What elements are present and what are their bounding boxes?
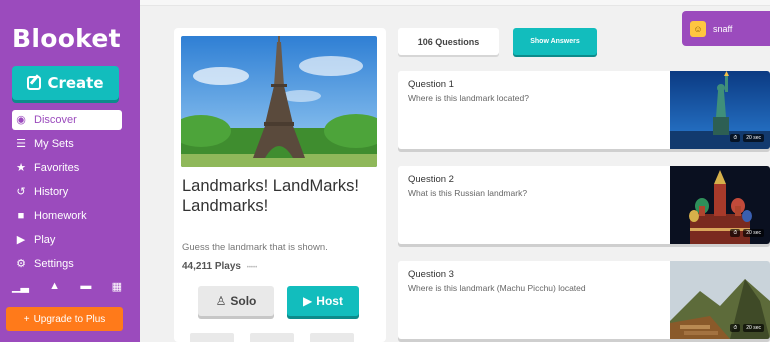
question-card-1[interactable]: Question 1 Where is this landmark locate…	[398, 71, 770, 149]
sidebar-item-label: My Sets	[34, 138, 74, 150]
question-text: Where is this landmark (Machu Picchu) lo…	[408, 283, 586, 293]
eiffel-tower-image	[181, 36, 377, 167]
solo-label: Solo	[230, 294, 257, 308]
sidebar-item-favorites[interactable]: ★ Favorites	[12, 156, 122, 180]
timer-icon: ⏱	[730, 324, 741, 332]
timer-icon: ⏱	[730, 229, 741, 237]
play-icon: ▶	[16, 233, 26, 246]
question-number: Question 1	[408, 79, 454, 90]
time-limit: 20 sec	[743, 324, 764, 332]
sidebar: Blooket Create ◉ Discover ☰ My Sets ★ Fa…	[0, 0, 140, 342]
sidebar-nav: ◉ Discover ☰ My Sets ★ Favorites ↺ Histo…	[12, 110, 122, 276]
avatar: ☺	[690, 20, 706, 37]
question-count: 106 Questions	[398, 28, 499, 55]
create-button[interactable]: Create	[12, 66, 119, 100]
sidebar-quick-links: ▁▃ ▲ ▬ ▦	[12, 278, 122, 294]
sidebar-item-label: Settings	[34, 258, 74, 270]
blooket-logo[interactable]: Blooket	[12, 24, 121, 53]
timer-icon: ⏱	[730, 134, 741, 142]
star-icon: ★	[16, 161, 26, 174]
sidebar-item-label: Discover	[34, 114, 77, 126]
play-icon: ▶	[303, 294, 313, 308]
solo-button[interactable]: ♙ Solo	[198, 286, 274, 316]
user-badge[interactable]: ☺ snaff	[682, 11, 770, 46]
set-plays: 44,211 Plays •••••	[182, 261, 257, 272]
sidebar-item-my-sets[interactable]: ☰ My Sets	[12, 132, 122, 156]
question-card-3[interactable]: Question 3 Where is this landmark (Machu…	[398, 261, 770, 339]
username: snaff	[713, 23, 733, 34]
question-card-2[interactable]: Question 2 What is this Russian landmark…	[398, 166, 770, 244]
favorite-button[interactable]	[190, 333, 234, 342]
plus-icon: +	[23, 313, 30, 325]
question-number: Question 3	[408, 269, 454, 280]
host-label: Host	[316, 294, 343, 308]
question-text: Where is this landmark located?	[408, 93, 529, 103]
sidebar-item-label: History	[34, 186, 69, 198]
sidebar-item-settings[interactable]: ⚙ Settings	[12, 252, 122, 276]
show-answers-button[interactable]: Show Answers	[513, 28, 597, 55]
history-icon: ↺	[16, 185, 26, 198]
sidebar-item-label: Favorites	[34, 162, 80, 174]
time-limit: 20 sec	[743, 134, 764, 142]
compass-icon: ◉	[16, 113, 26, 126]
upgrade-button[interactable]: + Upgrade to Plus	[6, 307, 123, 331]
create-label: Create	[47, 74, 104, 92]
grid-icon[interactable]: ▦	[112, 280, 122, 293]
sidebar-item-label: Homework	[34, 210, 87, 222]
market-icon[interactable]: ▲	[49, 280, 60, 292]
question-meta: ⏱ 20 sec	[730, 323, 764, 333]
set-title-text: Landmarks! LandMarks! Landmarks!	[182, 177, 359, 215]
set-card: Landmarks! LandMarks! Landmarks! Guess t…	[174, 28, 386, 342]
favorites-count-placeholder: •••••	[246, 265, 258, 271]
question-number: Question 2	[408, 174, 454, 185]
set-cover-image	[181, 36, 377, 167]
stats-icon[interactable]: ▁▃	[12, 280, 29, 293]
set-description: Guess the landmark that is shown.	[182, 242, 328, 253]
share-button[interactable]	[310, 333, 354, 342]
sidebar-item-history[interactable]: ↺ History	[12, 180, 122, 204]
sidebar-item-play[interactable]: ▶ Play	[12, 228, 122, 252]
list-icon: ☰	[16, 137, 26, 150]
host-button[interactable]: ▶ Host	[287, 286, 359, 316]
question-meta: ⏱ 20 sec	[730, 133, 764, 143]
sidebar-item-label: Play	[34, 234, 56, 246]
copy-button[interactable]	[250, 333, 294, 342]
edit-icon	[27, 76, 42, 90]
user-icon: ♙	[215, 294, 227, 308]
time-limit: 20 sec	[743, 229, 764, 237]
set-title: Landmarks! LandMarks! Landmarks!	[182, 176, 382, 216]
gear-icon: ⚙	[16, 257, 26, 270]
question-meta: ⏱ 20 sec	[730, 228, 764, 238]
sidebar-item-discover[interactable]: ◉ Discover	[12, 110, 122, 130]
upgrade-label: Upgrade to Plus	[33, 313, 106, 325]
plays-count: 44,211 Plays	[182, 261, 241, 272]
top-strip	[140, 0, 770, 6]
sidebar-item-homework[interactable]: ■ Homework	[12, 204, 122, 228]
question-text: What is this Russian landmark?	[408, 188, 528, 198]
document-icon: ■	[17, 209, 25, 222]
blooks-icon[interactable]: ▬	[80, 280, 91, 292]
